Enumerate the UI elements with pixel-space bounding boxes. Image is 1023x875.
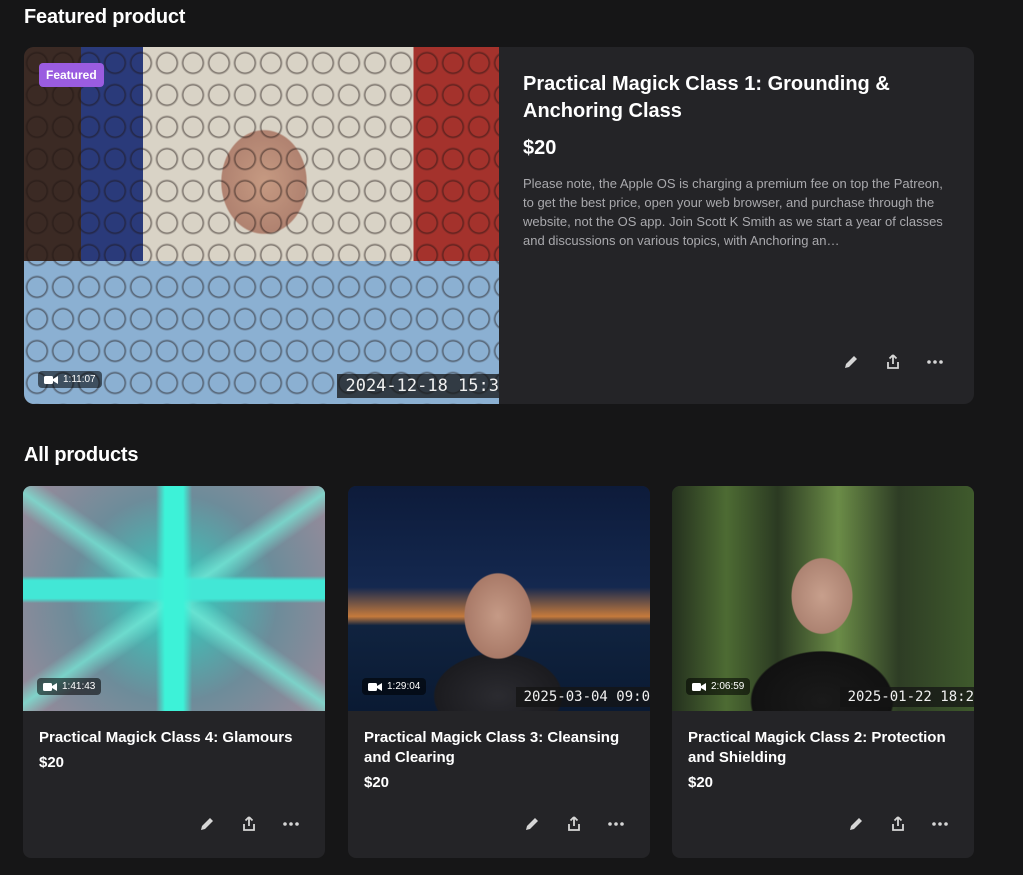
more-horizontal-icon [927,360,943,364]
pencil-icon [201,818,213,830]
duration-label: 1:11:07 [63,374,96,385]
more-options-button[interactable] [606,814,626,834]
product-card[interactable]: 2:06:59 2025-01-22 18:2 Practical Magick… [672,486,974,858]
featured-badge: Featured [39,63,104,87]
product-description: Please note, the Apple OS is charging a … [523,176,943,248]
all-products-heading: All products [24,444,139,466]
video-camera-icon [43,682,57,691]
featured-product-card[interactable]: Featured 1:11:07 2024-12-18 15:3 Practic… [24,47,974,404]
pencil-icon [526,818,538,830]
share-icon [887,354,899,369]
share-button[interactable] [888,814,908,834]
pencil-icon [850,818,862,830]
more-options-button[interactable] [925,352,945,372]
more-options-button[interactable] [930,814,950,834]
product-price: $20 [364,774,390,791]
product-thumbnail[interactable]: 2:06:59 2025-01-22 18:2 [672,486,974,711]
product-price: $20 [688,774,714,791]
video-camera-icon [368,682,382,691]
product-title[interactable]: Practical Magick Class 4: Glamours [39,728,309,748]
featured-product-thumbnail[interactable]: Featured 1:11:07 2024-12-18 15:3 [24,47,499,404]
edit-button[interactable] [522,814,542,834]
product-thumbnail[interactable]: 1:41:43 [23,486,325,711]
share-button[interactable] [239,814,259,834]
pencil-icon [845,356,857,368]
video-duration: 1:11:07 [38,371,102,388]
duration-label: 1:29:04 [387,681,421,692]
edit-button[interactable] [197,814,217,834]
edit-button[interactable] [846,814,866,834]
product-title[interactable]: Practical Magick Class 3: Cleansing and … [364,728,634,768]
product-price: $20 [523,137,557,159]
video-timestamp: 2025-03-04 09:0 [515,687,650,707]
product-actions [841,352,945,372]
video-duration: 2:06:59 [686,678,751,695]
share-button[interactable] [883,352,903,372]
video-timestamp: 2025-01-22 18:2 [839,687,974,707]
product-actions [522,814,626,834]
share-icon [892,816,904,831]
product-price: $20 [39,754,65,771]
featured-section-heading: Featured product [24,6,186,28]
product-actions [197,814,301,834]
more-horizontal-icon [932,822,948,826]
product-actions [846,814,950,834]
edit-button[interactable] [841,352,861,372]
duration-label: 2:06:59 [711,681,745,692]
more-options-button[interactable] [281,814,301,834]
product-title[interactable]: Practical Magick Class 1: Grounding & An… [523,71,923,125]
share-button[interactable] [564,814,584,834]
video-timestamp: 2024-12-18 15:3 [337,374,499,398]
video-duration: 1:29:04 [362,678,427,695]
duration-label: 1:41:43 [62,681,96,692]
product-card[interactable]: 1:41:43 Practical Magick Class 4: Glamou… [23,486,325,858]
more-horizontal-icon [283,822,299,826]
product-thumbnail[interactable]: 1:29:04 2025-03-04 09:0 [348,486,650,711]
share-icon [243,816,255,831]
video-duration: 1:41:43 [37,678,102,695]
products-page: Featured product Featured 1:11:07 2024-1… [0,0,1023,875]
video-camera-icon [44,375,58,384]
video-camera-icon [692,682,706,691]
featured-product-details: Practical Magick Class 1: Grounding & An… [499,47,974,404]
more-horizontal-icon [608,822,624,826]
product-card[interactable]: 1:29:04 2025-03-04 09:0 Practical Magick… [348,486,650,858]
share-icon [568,816,580,831]
product-title[interactable]: Practical Magick Class 2: Protection and… [688,728,958,768]
